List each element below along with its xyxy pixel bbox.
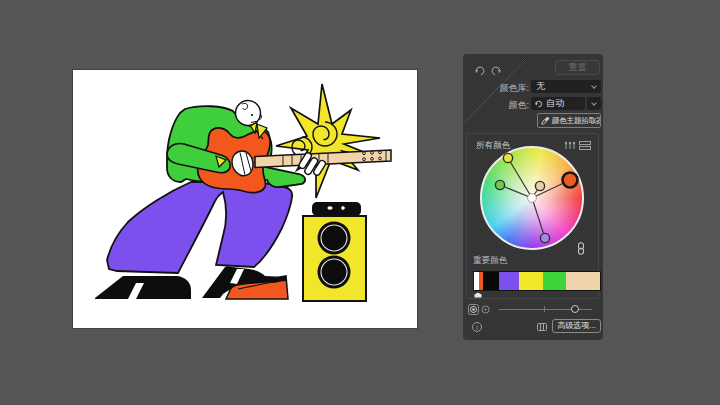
- prominent-color-swatch[interactable]: [483, 272, 499, 290]
- undo-icon[interactable]: [474, 65, 485, 76]
- colors-label: 颜色:: [463, 99, 529, 112]
- swatches-icon[interactable]: [537, 323, 547, 331]
- chevron-down-icon: [591, 100, 597, 106]
- pants[interactable]: [107, 182, 292, 273]
- prominent-color-swatch[interactable]: [566, 272, 600, 290]
- chevron-down-icon: [591, 83, 597, 89]
- prominent-color-swatch[interactable]: [543, 272, 566, 290]
- cycle-icon: [534, 99, 543, 108]
- bar-mode-radio[interactable]: [481, 305, 490, 314]
- color-bar-marker[interactable]: [474, 292, 482, 298]
- link-colors-icon[interactable]: [576, 242, 586, 255]
- eyedropper-icon: [541, 116, 550, 125]
- eye: [251, 114, 253, 116]
- wheel-marker-green[interactable]: [495, 180, 504, 189]
- advanced-options-button[interactable]: 高级选项...: [552, 319, 601, 333]
- color-library-dropdown[interactable]: 无: [531, 80, 601, 93]
- guitarist-illustration: [73, 70, 417, 328]
- reset-button[interactable]: 重置: [555, 60, 600, 75]
- wheel-marker-violet[interactable]: [540, 233, 549, 242]
- speaker-top: [318, 222, 351, 255]
- prominent-color-swatch[interactable]: [499, 272, 520, 290]
- colors-chevron-button[interactable]: [587, 97, 601, 110]
- redo-icon[interactable]: [491, 65, 502, 76]
- colors-value: 自动: [543, 97, 585, 110]
- prominent-color-swatch[interactable]: [519, 272, 543, 290]
- recolor-artwork-panel: 重置 颜色库: 无 颜色: 自动 颜色主题拾取器 所有颜色: [463, 54, 603, 340]
- info-icon[interactable]: i: [472, 322, 482, 332]
- speaker-bottom: [318, 256, 351, 289]
- artboard-canvas: [73, 70, 417, 328]
- amp-knob-slit: [327, 206, 332, 209]
- amp-head[interactable]: [312, 202, 361, 216]
- wheel-marker-orange-selected[interactable]: [563, 173, 578, 188]
- prominent-color-bar: [473, 271, 601, 291]
- colors-dropdown[interactable]: 自动: [531, 97, 585, 110]
- wheel-center-marker[interactable]: [528, 194, 537, 203]
- wheel-marker-beige[interactable]: [535, 181, 544, 190]
- color-library-value: 无: [531, 80, 592, 93]
- color-library-label: 颜色库:: [463, 82, 529, 95]
- prominent-colors-label: 重要颜色: [473, 255, 507, 267]
- head[interactable]: [236, 101, 261, 126]
- wheel-marker-yellow[interactable]: [503, 153, 512, 162]
- slider-handle[interactable]: [571, 305, 579, 313]
- wheel-mode-radio-selected[interactable]: [468, 304, 479, 315]
- slider-center-tick: [544, 306, 545, 312]
- left-shoe[interactable]: [95, 276, 191, 299]
- color-theme-picker-button[interactable]: 颜色主题拾取器: [537, 113, 601, 128]
- color-theme-picker-label: 颜色主题拾取器: [552, 116, 601, 126]
